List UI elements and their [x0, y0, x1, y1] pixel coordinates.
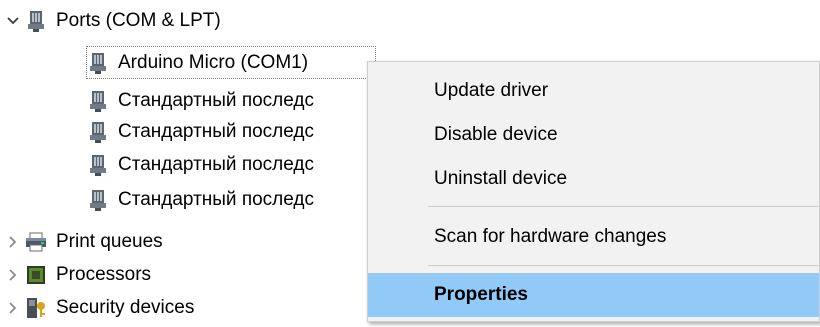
- tree-item-label: Стандартный последс: [118, 89, 314, 111]
- port-connector-icon: [86, 153, 110, 177]
- menu-item-disable-device[interactable]: Disable device: [368, 113, 819, 157]
- tree-node-label: Print queues: [56, 230, 163, 252]
- port-connector-icon: [86, 51, 110, 75]
- tree-node-label: Security devices: [56, 296, 195, 318]
- port-connector-icon: [86, 188, 110, 212]
- port-connector-icon: [86, 120, 110, 144]
- context-menu: Update driver Disable device Uninstall d…: [367, 61, 820, 322]
- processor-chip-icon: [24, 263, 48, 287]
- security-key-icon: [24, 296, 48, 320]
- tree-node-label: Processors: [56, 263, 152, 285]
- tree-node-processors[interactable]: Processors: [2, 258, 151, 291]
- tree-node-label: Ports (COM & LPT): [56, 9, 221, 31]
- port-connector-icon: [86, 89, 110, 113]
- printer-icon: [24, 230, 48, 254]
- tree-node-print-queues[interactable]: Print queues: [2, 225, 163, 258]
- menu-item-uninstall-device[interactable]: Uninstall device: [368, 157, 819, 201]
- tree-item-serial-port[interactable]: Стандартный последс: [86, 84, 314, 117]
- chevron-down-icon[interactable]: [2, 10, 24, 32]
- menu-item-update-driver[interactable]: Update driver: [368, 69, 819, 113]
- menu-separator: [428, 206, 819, 207]
- menu-item-scan-hardware-changes[interactable]: Scan for hardware changes: [368, 215, 819, 259]
- chevron-right-icon[interactable]: [2, 231, 24, 253]
- menu-separator: [428, 265, 819, 266]
- tree-item-label: Стандартный последс: [118, 120, 314, 142]
- tree-node-security-devices[interactable]: Security devices: [2, 291, 194, 324]
- chevron-right-icon[interactable]: [2, 297, 24, 319]
- tree-item-serial-port[interactable]: Стандартный последс: [86, 183, 314, 216]
- tree-node-ports[interactable]: Ports (COM & LPT): [2, 4, 221, 37]
- port-connector-icon: [24, 9, 48, 33]
- menu-item-properties[interactable]: Properties: [368, 273, 819, 317]
- tree-item-arduino-micro[interactable]: Arduino Micro (COM1): [86, 46, 376, 79]
- tree-item-serial-port[interactable]: Стандартный последс: [86, 148, 314, 181]
- tree-item-label: Стандартный последс: [118, 188, 314, 210]
- chevron-right-icon[interactable]: [2, 264, 24, 286]
- tree-item-label: Стандартный последс: [118, 153, 314, 175]
- tree-item-serial-port[interactable]: Стандартный последс: [86, 115, 314, 148]
- tree-item-label: Arduino Micro (COM1): [118, 51, 309, 73]
